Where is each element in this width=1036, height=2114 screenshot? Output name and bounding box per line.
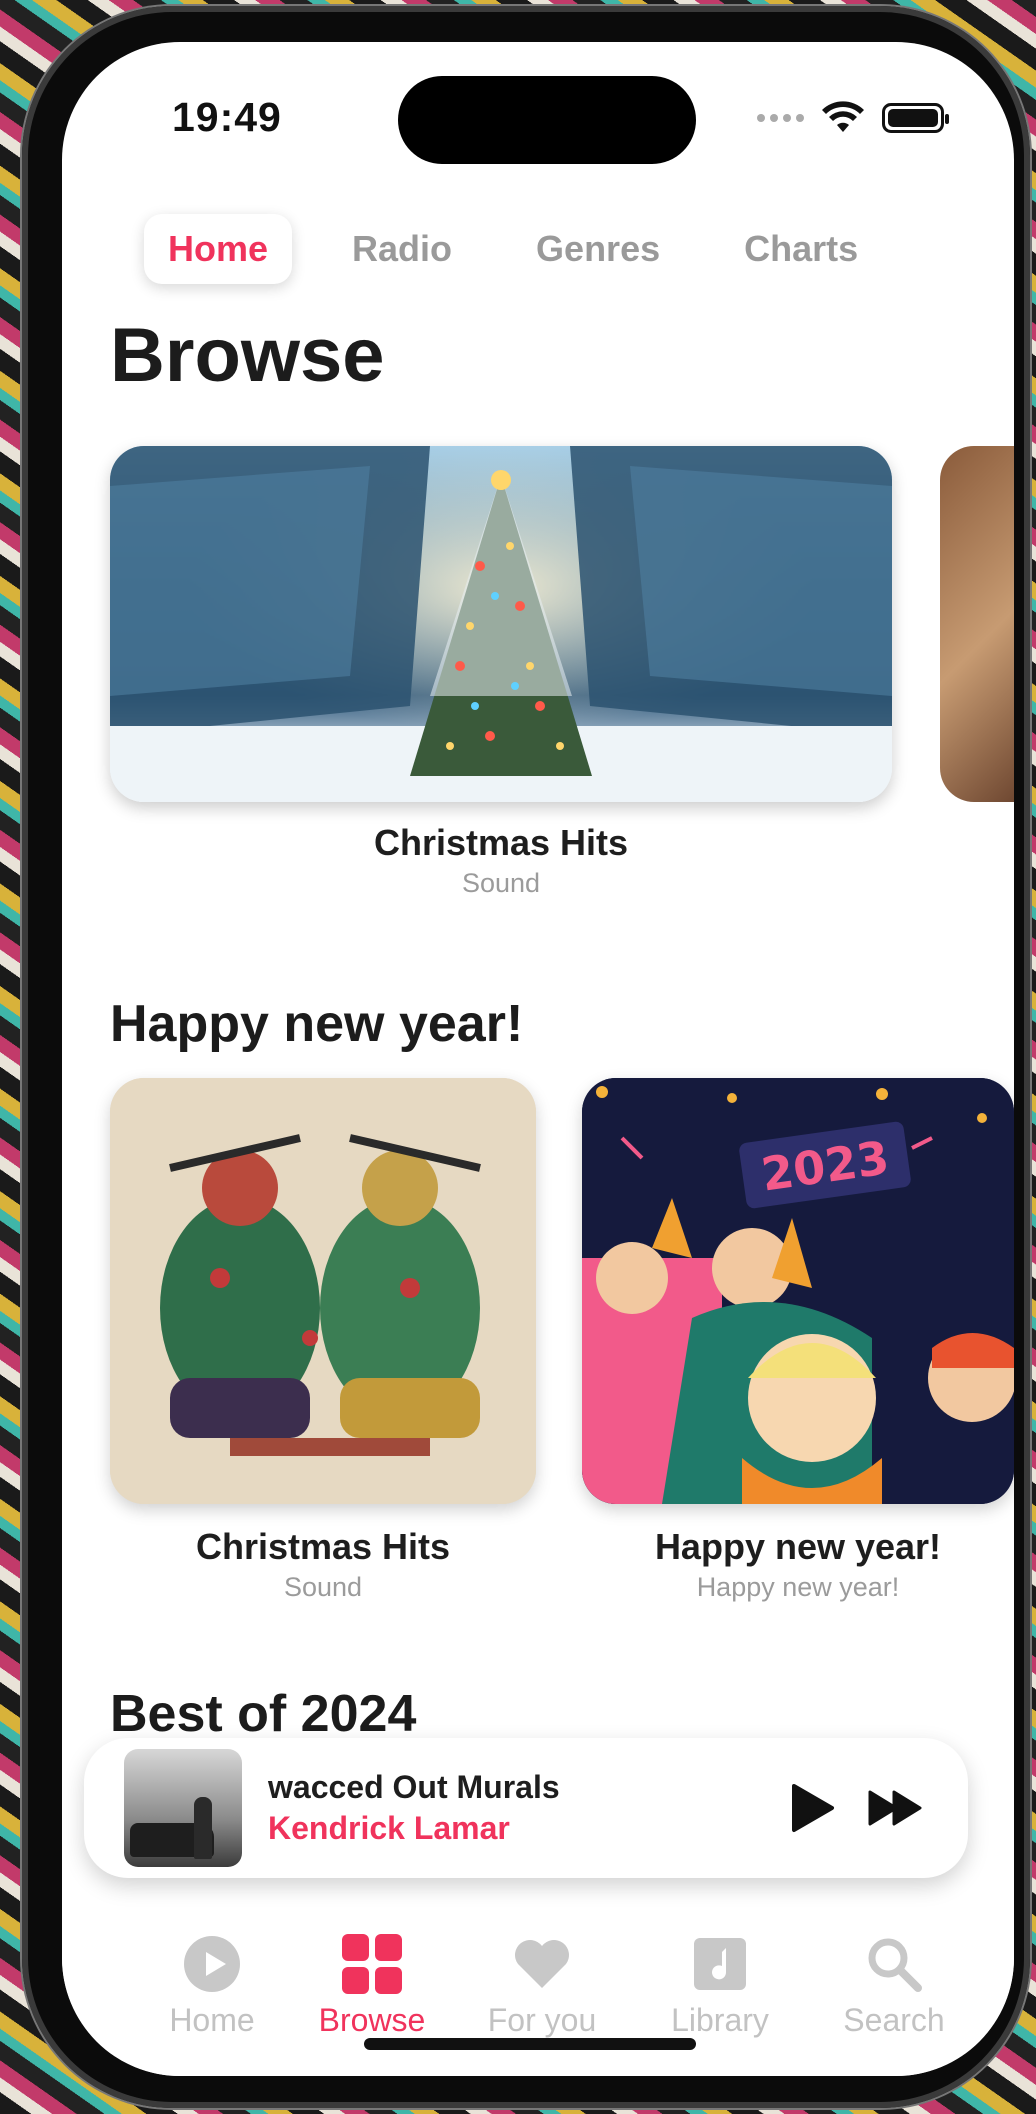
status-time: 19:49 [172, 94, 282, 140]
cellular-signal-icon [757, 114, 804, 122]
play-icon [792, 1784, 834, 1832]
featured-title: Christmas Hits [373, 822, 629, 863]
tab-radio[interactable]: Radio [328, 214, 476, 284]
tab-genres[interactable]: Genres [512, 214, 684, 284]
play-button[interactable] [780, 1776, 844, 1840]
section-title-happy-new-year: Happy new year! [110, 995, 524, 1053]
device-frame: 19:49 Home Radio Genres Charts Browse Ch… [22, 6, 1030, 2108]
album-tile-happy-new-year[interactable]: 2023 [582, 1078, 1014, 1504]
wifi-icon [822, 101, 864, 132]
now-playing-artwork [124, 1749, 242, 1867]
now-playing-title: wacced Out Murals [268, 1769, 560, 1805]
page-title: Browse [110, 313, 385, 398]
tile-title: Happy new year! [654, 1526, 942, 1567]
skip-forward-button[interactable] [864, 1776, 928, 1840]
tile-caption-christmas-hits: Christmas Hits Sound [110, 1526, 536, 1603]
play-circle-icon [184, 1936, 240, 1992]
tile-subtitle: Sound [283, 1572, 363, 1602]
top-tabs: Home Radio Genres Charts [144, 214, 918, 284]
mini-player[interactable]: wacced Out Murals Kendrick Lamar [84, 1738, 968, 1878]
section-title-best-of-2024: Best of 2024 [110, 1685, 417, 1743]
now-playing-artist: Kendrick Lamar [268, 1810, 510, 1846]
tab-bar-label: Home [169, 2002, 255, 2038]
search-icon [868, 1938, 922, 1992]
tab-bar-item-search[interactable]: Search [814, 1932, 974, 2039]
app-screen: 19:49 Home Radio Genres Charts Browse Ch… [62, 42, 1014, 2076]
home-indicator[interactable] [364, 2038, 696, 2050]
featured-card-next[interactable] [940, 446, 1014, 802]
album-tile-christmas-hits[interactable] [110, 1078, 536, 1504]
christmas-tree-artwork [110, 446, 892, 802]
tab-bar-label: For you [487, 2002, 597, 2038]
tab-bar-label: Browse [318, 2002, 426, 2038]
featured-subtitle: Sound [461, 868, 541, 898]
tab-bar-label: Library [671, 2002, 769, 2038]
now-playing-info: wacced Out Murals Kendrick Lamar [268, 1769, 760, 1847]
battery-icon [882, 103, 949, 133]
tab-bar-label: Search [843, 2002, 945, 2038]
featured-caption: Christmas Hits Sound [110, 822, 892, 899]
tab-bar-item-browse[interactable]: Browse [292, 1932, 452, 2039]
status-icons [757, 100, 949, 136]
fast-forward-icon [868, 1790, 922, 1826]
tile-caption-happy-new-year: Happy new year! Happy new year! [582, 1526, 1014, 1603]
tab-home[interactable]: Home [144, 214, 293, 284]
folk-art-door-gods-artwork [110, 1078, 536, 1504]
featured-card-christmas-tree[interactable] [110, 446, 892, 802]
grid-icon [342, 1934, 402, 1994]
tile-subtitle: Happy new year! [696, 1572, 900, 1602]
tab-bar-item-home[interactable]: Home [132, 1932, 292, 2039]
music-note-icon [694, 1938, 746, 1990]
heart-icon [515, 1940, 569, 1988]
new-year-party-artwork: 2023 [582, 1078, 1014, 1504]
dynamic-island [398, 76, 696, 164]
tile-title: Christmas Hits [195, 1526, 451, 1567]
tab-bar-item-for-you[interactable]: For you [462, 1932, 622, 2039]
tab-bar-item-library[interactable]: Library [640, 1932, 800, 2039]
tab-charts[interactable]: Charts [720, 214, 882, 284]
